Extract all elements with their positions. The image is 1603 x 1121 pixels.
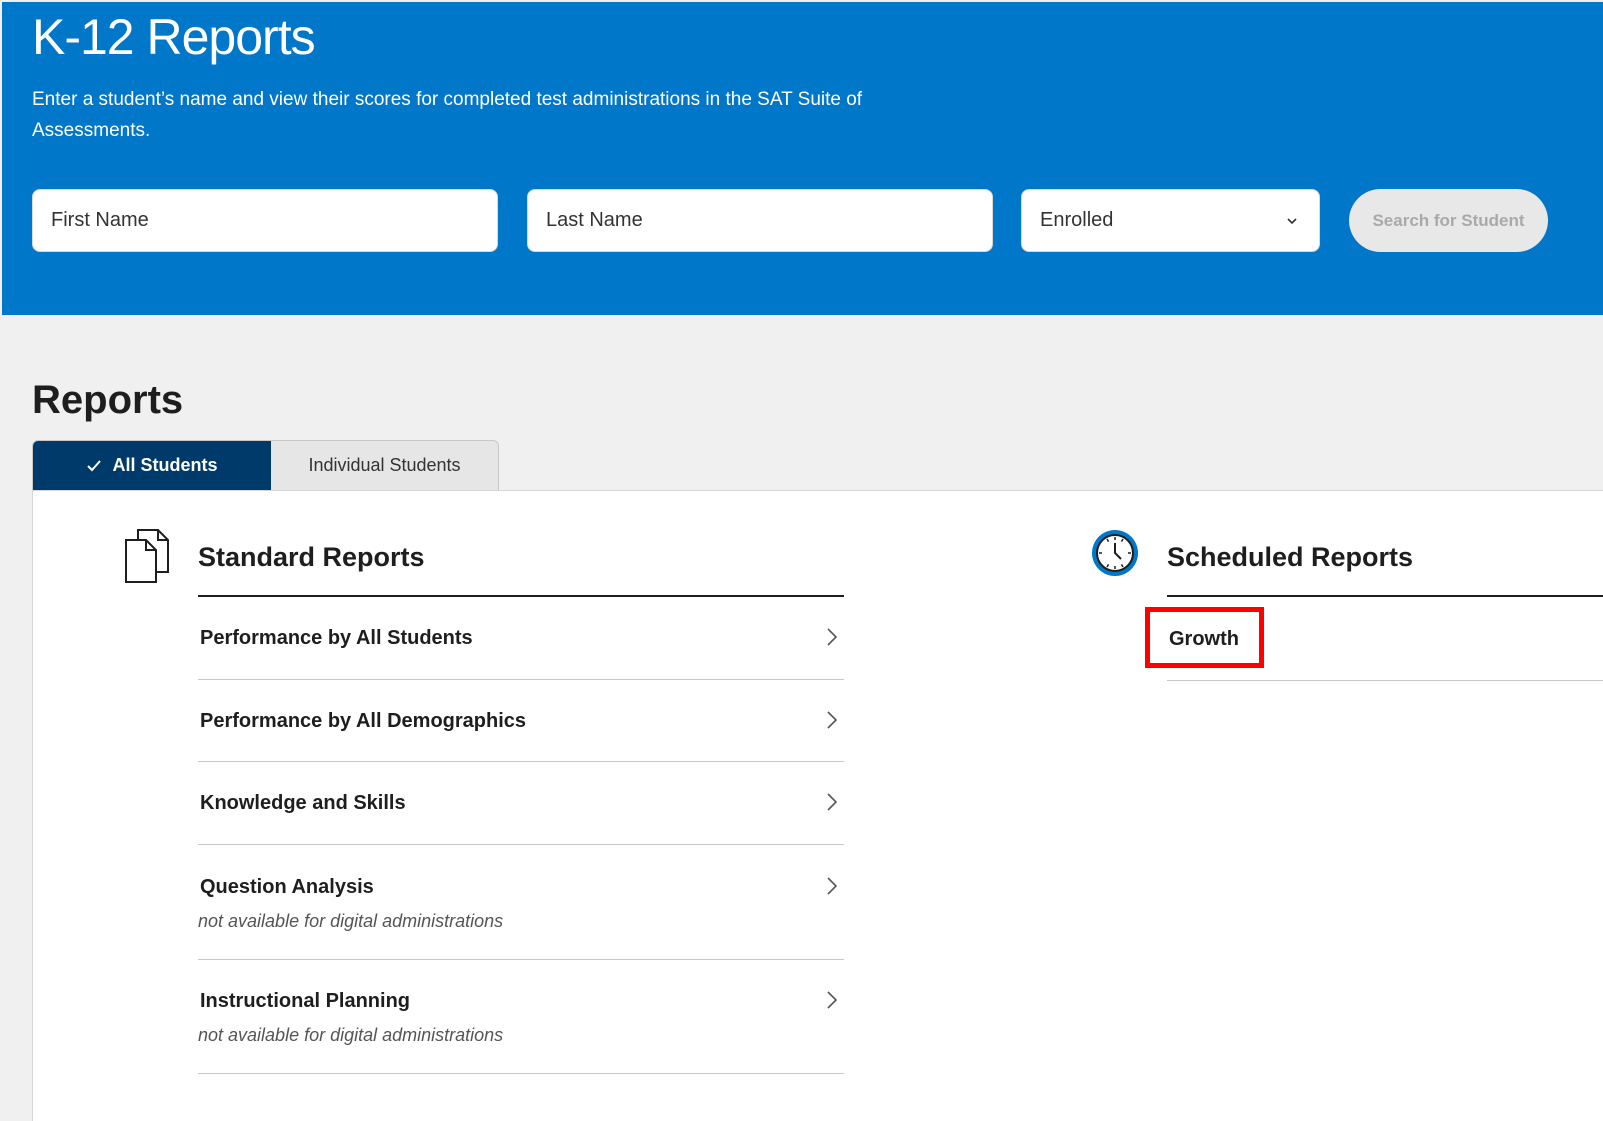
report-availability-note: not available for digital administration… xyxy=(198,911,504,931)
first-name-input[interactable] xyxy=(51,209,497,232)
last-name-field[interactable] xyxy=(527,189,993,252)
last-name-input[interactable] xyxy=(546,209,992,232)
report-label: Instructional Planning xyxy=(200,990,411,1012)
clock-icon xyxy=(1092,530,1138,576)
report-label: Question Analysis xyxy=(200,876,374,898)
chevron-right-icon xyxy=(827,711,838,729)
report-label: Performance by All Demographics xyxy=(200,710,527,732)
documents-icon xyxy=(125,529,169,583)
chevron-right-icon xyxy=(827,991,838,1009)
search-for-student-button[interactable]: Search for Student xyxy=(1349,189,1548,252)
report-label: Performance by All Students xyxy=(200,627,473,649)
scheduled-reports-title: Scheduled Reports xyxy=(1167,542,1414,572)
highlight-box xyxy=(1145,607,1264,668)
page-title: K-12 Reports xyxy=(32,9,316,65)
first-name-field[interactable] xyxy=(32,189,498,252)
tab-individual-students-label: Individual Students xyxy=(308,455,461,475)
tab-individual-students[interactable]: Individual Students xyxy=(271,441,498,490)
chevron-right-icon xyxy=(827,877,838,895)
tab-all-students[interactable]: All Students xyxy=(33,441,271,490)
chevron-down-icon xyxy=(1287,217,1297,224)
report-question-analysis[interactable]: Question Analysis not available for digi… xyxy=(198,845,844,960)
tab-all-students-label: All Students xyxy=(112,455,218,475)
enrollment-status-select[interactable]: Enrolled xyxy=(1021,189,1320,252)
report-performance-all-demographics[interactable]: Performance by All Demographics xyxy=(198,680,844,762)
chevron-right-icon xyxy=(827,628,838,646)
report-knowledge-and-skills[interactable]: Knowledge and Skills xyxy=(198,762,844,845)
report-performance-all-students[interactable]: Performance by All Students xyxy=(198,597,844,680)
page-description: Enter a student’s name and view their sc… xyxy=(32,89,863,141)
checkmark-icon xyxy=(87,459,102,471)
reports-tab-bar: All Students Individual Students xyxy=(32,440,499,490)
enrollment-status-value: Enrolled xyxy=(1040,209,1114,231)
report-label: Knowledge and Skills xyxy=(200,792,406,814)
report-instructional-planning[interactable]: Instructional Planning not available for… xyxy=(198,960,844,1074)
report-availability-note: not available for digital administration… xyxy=(198,1025,504,1045)
standard-reports-title: Standard Reports xyxy=(198,542,425,572)
reports-heading: Reports xyxy=(32,378,184,422)
chevron-right-icon xyxy=(827,793,838,811)
